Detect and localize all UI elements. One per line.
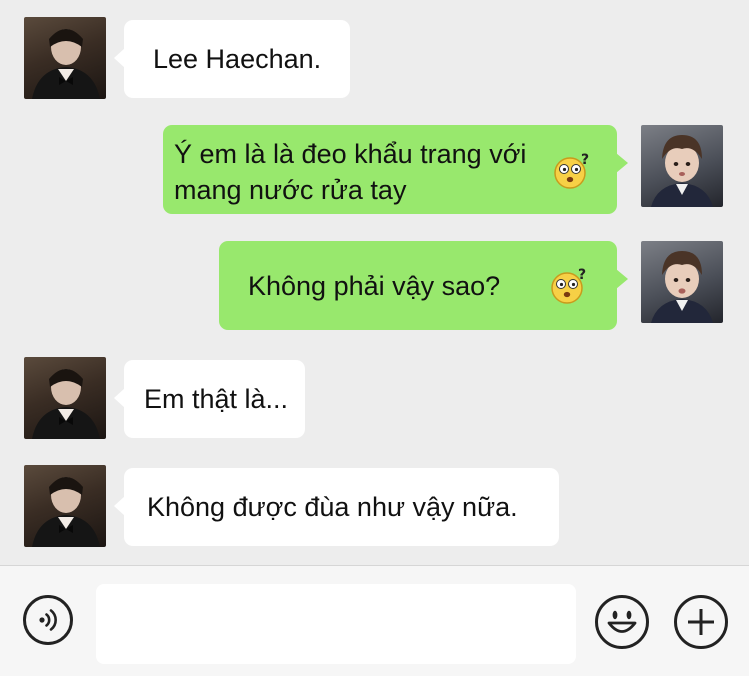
contact-avatar[interactable] [24, 357, 106, 439]
emoji-button[interactable] [595, 595, 649, 649]
plus-icon [688, 609, 714, 635]
bubble-tail [114, 496, 125, 516]
contact-avatar[interactable] [24, 17, 106, 99]
svg-text:?: ? [578, 267, 586, 283]
message-text: Không được đùa như vậy nữa. [147, 492, 518, 522]
message-text: Không phải vậy sao? [248, 271, 501, 301]
svg-text:?: ? [581, 152, 589, 168]
confused-face-emoji: ? [554, 152, 589, 189]
message-text: Em thật là... [144, 384, 289, 414]
message-text-line-2: mang nước rửa tay [174, 175, 407, 205]
user-avatar[interactable] [641, 125, 723, 207]
message-text-line-1: Ý em là là đeo khẩu trang với [174, 139, 527, 169]
bubble-tail [616, 153, 628, 173]
bubble-tail [114, 388, 125, 408]
input-bar [0, 565, 749, 676]
message-bubble-sent[interactable]: Ý em là là đeo khẩu trang với mang nước … [163, 125, 628, 214]
message-bubble-sent[interactable]: Không phải vậy sao? ? [219, 241, 628, 330]
smiley-icon [607, 610, 637, 633]
user-avatar[interactable] [641, 241, 723, 323]
voice-button[interactable] [23, 595, 73, 645]
contact-avatar[interactable] [24, 465, 106, 547]
add-more-button[interactable] [674, 595, 728, 649]
message-bubble-received[interactable]: Em thật là... [114, 360, 305, 438]
chat-history: Lee Haechan. Ý em là là đeo khẩu trang v… [0, 0, 749, 565]
message-bubble-received[interactable]: Không được đùa như vậy nữa. [114, 468, 559, 546]
message-text: Lee Haechan. [153, 44, 322, 74]
voice-icon [39, 609, 57, 631]
message-input[interactable] [96, 584, 576, 664]
bubble-tail [616, 269, 628, 289]
message-bubble-received[interactable]: Lee Haechan. [114, 20, 350, 98]
confused-face-emoji: ? [551, 267, 586, 304]
bubble-tail [114, 48, 125, 68]
